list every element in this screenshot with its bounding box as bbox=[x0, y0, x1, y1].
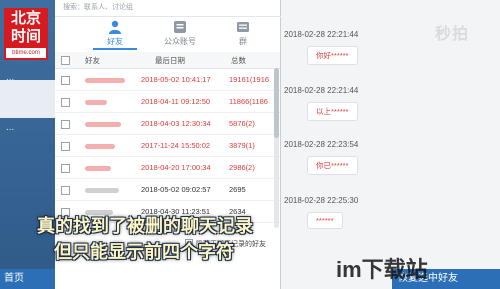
message-timestamp: 2018-02-28 22:21:44 bbox=[284, 86, 359, 95]
row-date: 2018-04-11 09:12:50 bbox=[141, 97, 211, 106]
search-input[interactable]: 搜索：联系人、讨论组 bbox=[55, 0, 288, 17]
row-date: 2018-04-20 17:00:34 bbox=[141, 163, 211, 172]
friend-name-blurred bbox=[85, 91, 140, 112]
table-row[interactable]: 2018-04-03 12:30:34 5876(2) bbox=[55, 113, 280, 135]
group-icon bbox=[237, 22, 249, 32]
table-scrollbar[interactable] bbox=[274, 68, 279, 228]
table-header: 好友 最后日期 总数 bbox=[55, 52, 280, 69]
table-row[interactable]: 2018-05-02 09:02:57 2695 bbox=[55, 179, 280, 201]
row-checkbox[interactable] bbox=[61, 76, 70, 85]
row-checkbox[interactable] bbox=[61, 120, 70, 129]
friend-name-blurred bbox=[85, 135, 140, 156]
row-checkbox[interactable] bbox=[61, 164, 70, 173]
select-all-checkbox[interactable] bbox=[61, 56, 70, 65]
row-checkbox[interactable] bbox=[61, 98, 70, 107]
tab-friends-label: 好友 bbox=[107, 37, 123, 46]
friend-name-blurred bbox=[85, 179, 140, 200]
message-bubble: 你好****** bbox=[307, 46, 358, 65]
row-date: 2018-05-02 09:02:57 bbox=[141, 185, 211, 194]
logo-domain: btime.com bbox=[6, 48, 46, 58]
row-total: 5876(2) bbox=[229, 119, 255, 128]
table-row[interactable]: 2018-04-20 17:00:34 2986(2) bbox=[55, 157, 280, 179]
table-row[interactable]: 2018-05-02 10:41:17 19161(1916 bbox=[55, 69, 280, 91]
tab-groups[interactable]: 群 bbox=[213, 16, 273, 50]
row-total: 2695 bbox=[229, 185, 246, 194]
message-bubble: 你已****** bbox=[307, 156, 358, 175]
btime-logo: 北京 时间 btime.com bbox=[4, 8, 48, 60]
row-checkbox[interactable] bbox=[61, 186, 70, 195]
message-timestamp: 2018-02-28 22:25:30 bbox=[284, 196, 359, 205]
site-watermark: im下载站 bbox=[336, 257, 428, 282]
row-total: 11866(1186 bbox=[229, 97, 268, 106]
miaopai-watermark: 秒拍 bbox=[435, 26, 470, 43]
sidebar-band bbox=[0, 80, 60, 118]
tab-public-accounts-label: 公众账号 bbox=[164, 37, 196, 46]
scrollbar-thumb[interactable] bbox=[274, 68, 279, 138]
logo-line1: 北京 bbox=[10, 10, 41, 27]
row-total: 19161(1916 bbox=[229, 75, 270, 84]
column-last-date[interactable]: 最后日期 bbox=[155, 55, 185, 66]
friend-name-blurred bbox=[85, 69, 140, 90]
message-bubble: 以上****** bbox=[307, 102, 358, 121]
tab-public-accounts[interactable]: 公众账号 bbox=[150, 16, 210, 50]
column-total[interactable]: 总数 bbox=[231, 55, 246, 66]
sidebar-item-2[interactable]: ... bbox=[6, 100, 14, 111]
row-total: 3879(1) bbox=[229, 141, 255, 150]
tab-groups-label: 群 bbox=[239, 37, 247, 46]
row-total: 2986(2) bbox=[229, 163, 255, 172]
sidebar-item-3[interactable]: ... bbox=[6, 122, 14, 133]
table-row[interactable]: 2017-11-24 15:50:02 3879(1) bbox=[55, 135, 280, 157]
caption-line2: 但只能显示前四个字符 bbox=[54, 242, 234, 262]
row-date: 2017-11-24 15:50:02 bbox=[141, 141, 211, 150]
tab-bar: 好友 公众账号 群 bbox=[55, 16, 280, 50]
message-timestamp: 2018-02-28 22:21:44 bbox=[284, 30, 359, 39]
friend-name-blurred bbox=[85, 113, 140, 134]
public-account-icon bbox=[174, 21, 186, 33]
user-icon bbox=[109, 20, 121, 34]
logo-line2: 时间 bbox=[10, 28, 41, 45]
tab-friends[interactable]: 好友 bbox=[85, 16, 145, 50]
caption-line1: 真的找到了被删的聊天记录 bbox=[37, 216, 253, 236]
message-timestamp: 2018-02-28 22:23:54 bbox=[284, 140, 359, 149]
friend-name-blurred bbox=[85, 157, 140, 178]
row-checkbox[interactable] bbox=[61, 142, 70, 151]
table-row[interactable]: 2018-04-11 09:12:50 11866(1186 bbox=[55, 91, 280, 113]
column-friend[interactable]: 好友 bbox=[85, 55, 100, 66]
row-date: 2018-04-03 12:30:34 bbox=[141, 119, 211, 128]
sidebar-item-1[interactable]: ... bbox=[6, 72, 14, 83]
row-date: 2018-05-02 10:41:17 bbox=[141, 75, 211, 84]
